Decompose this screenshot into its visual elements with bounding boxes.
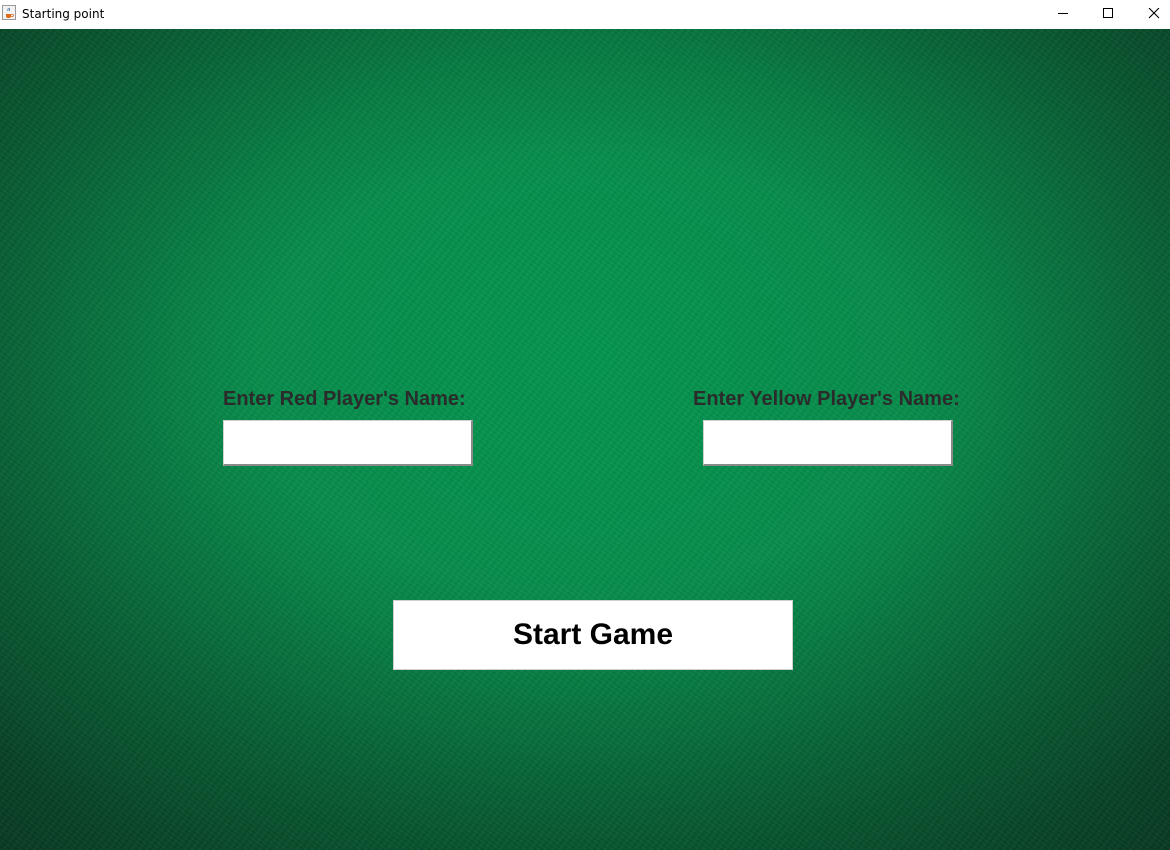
close-button[interactable] xyxy=(1131,0,1170,29)
red-player-label: Enter Red Player's Name: xyxy=(223,388,466,410)
minimize-button[interactable] xyxy=(1040,0,1086,29)
maximize-button[interactable] xyxy=(1085,0,1131,29)
yellow-player-name-input[interactable] xyxy=(703,420,953,466)
green-felt-background xyxy=(0,29,1170,850)
yellow-player-label: Enter Yellow Player's Name: xyxy=(693,388,960,410)
close-icon xyxy=(1148,8,1160,19)
java-cup-icon[interactable] xyxy=(2,5,16,20)
minimize-icon xyxy=(1058,13,1068,14)
maximize-icon xyxy=(1103,8,1113,18)
window-title: Starting point xyxy=(22,7,105,21)
red-player-name-input[interactable] xyxy=(223,420,473,466)
start-game-button[interactable]: Start Game xyxy=(393,600,793,670)
title-bar: Starting point xyxy=(0,0,1170,30)
application-window: Starting point Enter Red Player's Name: … xyxy=(0,0,1170,850)
